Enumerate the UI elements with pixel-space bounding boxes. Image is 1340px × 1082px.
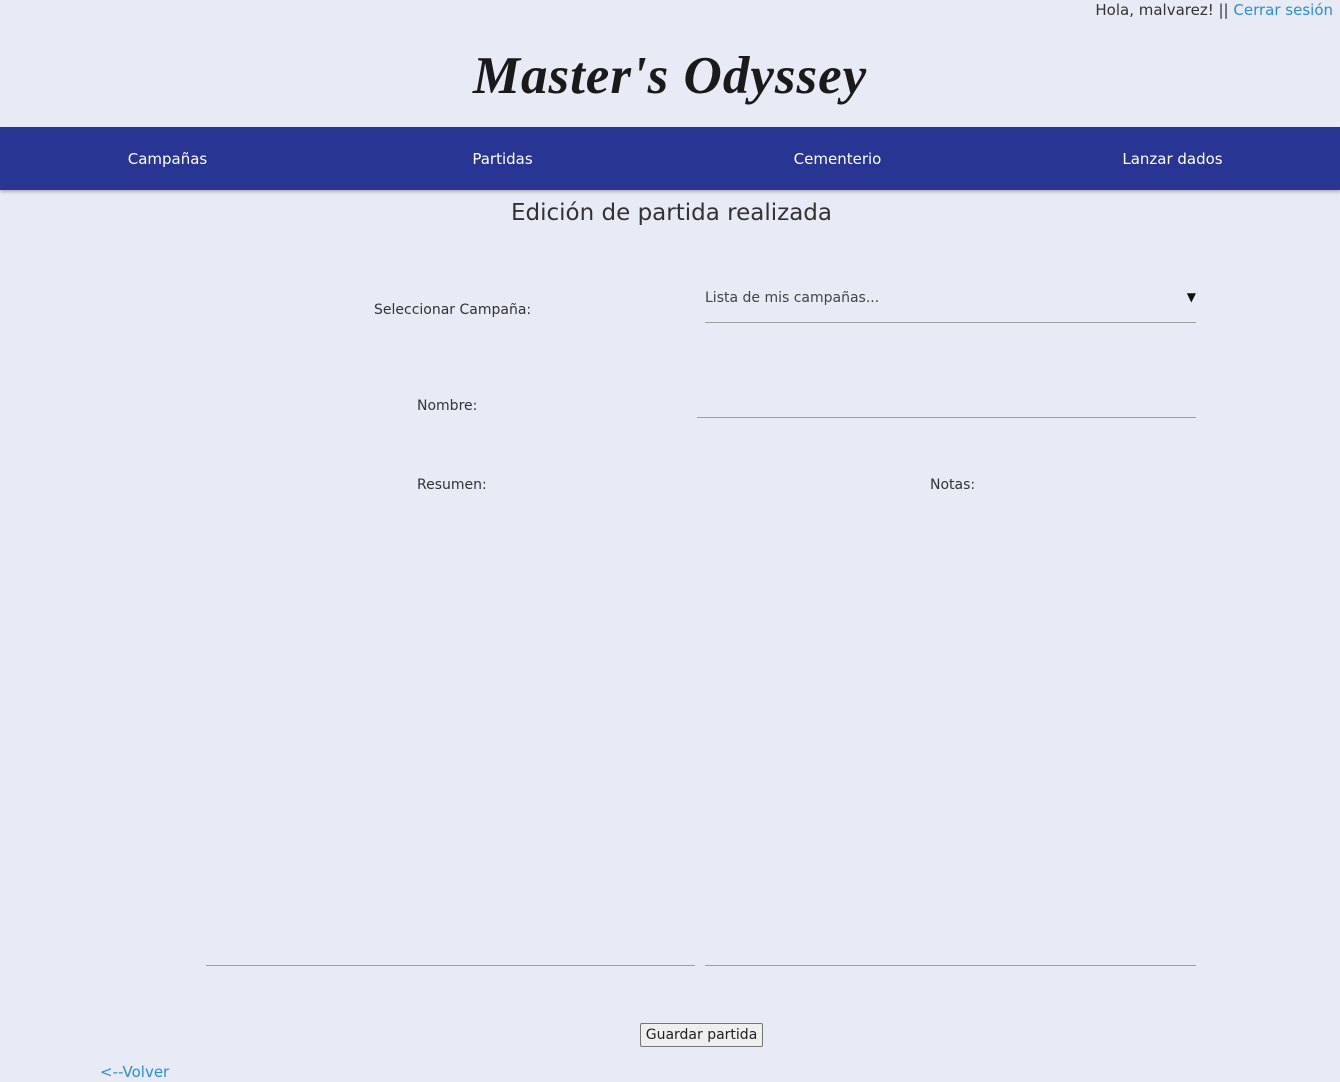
- logout-link[interactable]: Cerrar sesión: [1233, 1, 1333, 19]
- name-input[interactable]: [697, 386, 1196, 418]
- nav-item-cemetery[interactable]: Cementerio: [670, 127, 1005, 190]
- main-navbar: Campañas Partidas Cementerio Lanzar dado…: [0, 127, 1340, 190]
- chevron-down-icon: ▼: [1186, 290, 1196, 304]
- campaign-label: Seleccionar Campaña:: [374, 302, 532, 318]
- campaign-select[interactable]: Lista de mis campañas... ▼: [705, 284, 1196, 323]
- summary-textarea[interactable]: [206, 510, 695, 966]
- nav-item-games[interactable]: Partidas: [335, 127, 670, 190]
- nav-item-roll-dice[interactable]: Lanzar dados: [1005, 127, 1340, 190]
- name-label: Nombre:: [417, 398, 478, 414]
- notes-textarea[interactable]: [705, 510, 1196, 966]
- page-title: Edición de partida realizada: [511, 200, 832, 226]
- back-link[interactable]: <--Volver: [100, 1063, 169, 1081]
- user-bar: Hola, malvarez! || Cerrar sesión: [1095, 1, 1333, 19]
- greeting-text: Hola, malvarez! ||: [1095, 1, 1229, 19]
- campaign-select-value: Lista de mis campañas...: [705, 290, 880, 306]
- nav-item-campaigns[interactable]: Campañas: [0, 127, 335, 190]
- site-logo: Master's Odyssey: [472, 47, 868, 105]
- notes-label: Notas:: [930, 477, 976, 493]
- summary-label: Resumen:: [417, 477, 487, 493]
- save-game-button[interactable]: Guardar partida: [640, 1023, 763, 1047]
